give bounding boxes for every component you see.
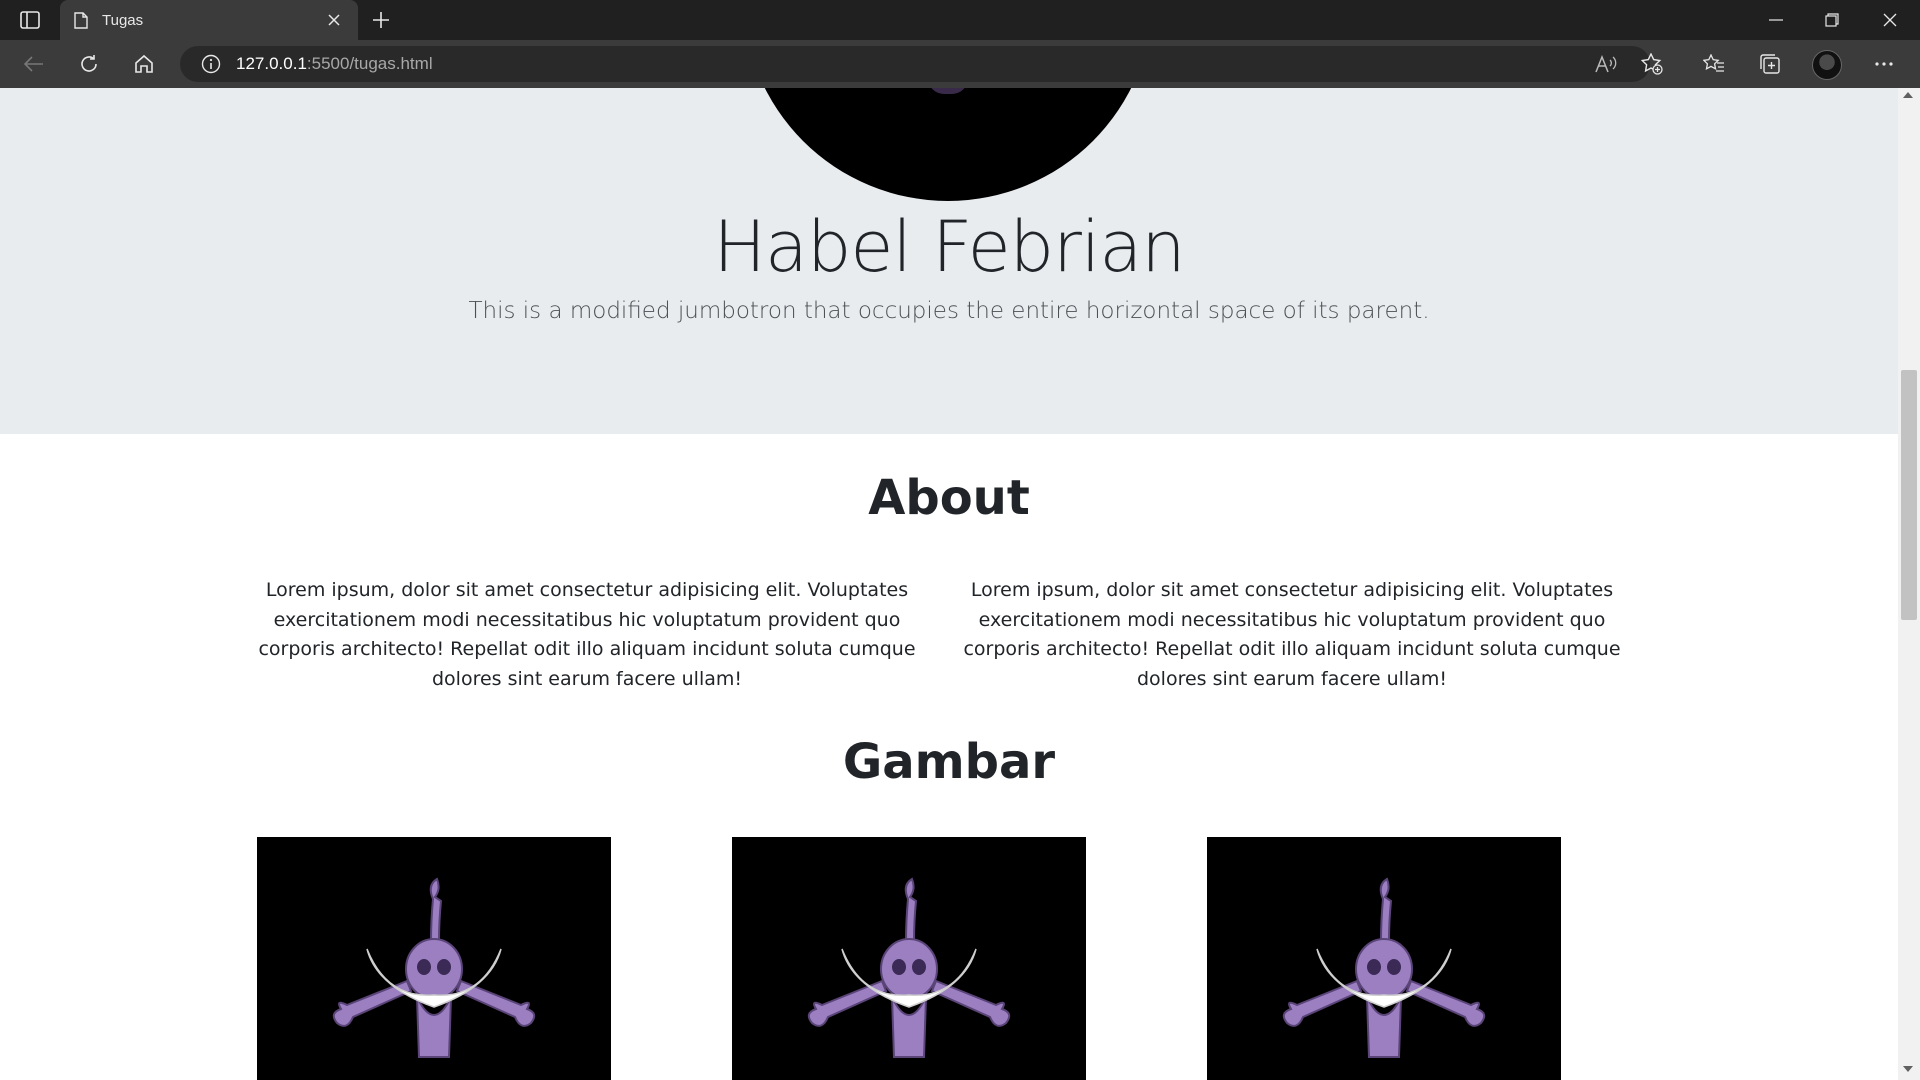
scroll-down-arrow-icon[interactable] xyxy=(1903,1066,1913,1072)
jumbotron-title: Habel Febrian xyxy=(713,206,1185,288)
vertical-scrollbar[interactable] xyxy=(1898,88,1920,1080)
url-text[interactable]: 127.0.0.1:5500/tugas.html xyxy=(236,54,433,74)
address-bar[interactable]: 127.0.0.1:5500/tugas.html xyxy=(180,46,1650,82)
scroll-up-arrow-icon[interactable] xyxy=(1903,92,1913,98)
close-tab-icon[interactable] xyxy=(322,8,346,32)
new-tab-icon[interactable] xyxy=(366,6,396,34)
home-icon[interactable] xyxy=(126,48,162,80)
tab-actions-icon[interactable] xyxy=(16,8,44,32)
site-info-icon[interactable] xyxy=(200,53,222,75)
jumbotron: Habel Febrian This is a modified jumbotr… xyxy=(0,88,1898,434)
jolly-roger-skull-icon xyxy=(807,877,1011,1058)
about-heading: About xyxy=(868,470,1030,526)
back-arrow-icon[interactable] xyxy=(16,48,52,80)
url-host: 127.0.0.1 xyxy=(236,54,307,73)
favorites-icon[interactable] xyxy=(1696,48,1732,80)
scrollbar-thumb[interactable] xyxy=(1901,370,1917,620)
collections-icon[interactable] xyxy=(1752,48,1788,80)
profile-avatar[interactable] xyxy=(1812,50,1842,80)
restore-icon[interactable] xyxy=(1804,0,1860,40)
refresh-icon[interactable] xyxy=(71,48,107,80)
about-paragraph-right: Lorem ipsum, dolor sit amet consectetur … xyxy=(963,579,1621,690)
gallery-image-1 xyxy=(257,837,611,1080)
jolly-roger-skull-icon xyxy=(1282,877,1486,1058)
profile-image xyxy=(743,88,1153,201)
read-aloud-icon[interactable] xyxy=(1588,48,1624,80)
add-favorite-icon[interactable] xyxy=(1634,48,1670,80)
close-window-icon[interactable] xyxy=(1862,0,1918,40)
browser-tab-active[interactable]: Tugas xyxy=(60,0,358,40)
minimize-icon[interactable] xyxy=(1748,0,1804,40)
gallery-image-3 xyxy=(1207,837,1561,1080)
about-paragraph-left: Lorem ipsum, dolor sit amet consectetur … xyxy=(258,579,916,690)
page-icon xyxy=(72,11,90,29)
tab-title: Tugas xyxy=(102,11,144,29)
jumbotron-lead: This is a modified jumbotron that occupi… xyxy=(468,298,1430,324)
browser-titlebar: Tugas xyxy=(0,0,1920,40)
url-path: :5500/tugas.html xyxy=(306,54,433,73)
more-options-icon[interactable] xyxy=(1866,48,1902,80)
page-viewport: Habel Febrian This is a modified jumbotr… xyxy=(0,88,1898,1080)
gallery-image-2 xyxy=(732,837,1086,1080)
jolly-roger-skull-icon xyxy=(332,877,536,1058)
browser-toolbar: 127.0.0.1:5500/tugas.html xyxy=(0,40,1920,88)
gallery-heading: Gambar xyxy=(842,734,1056,790)
